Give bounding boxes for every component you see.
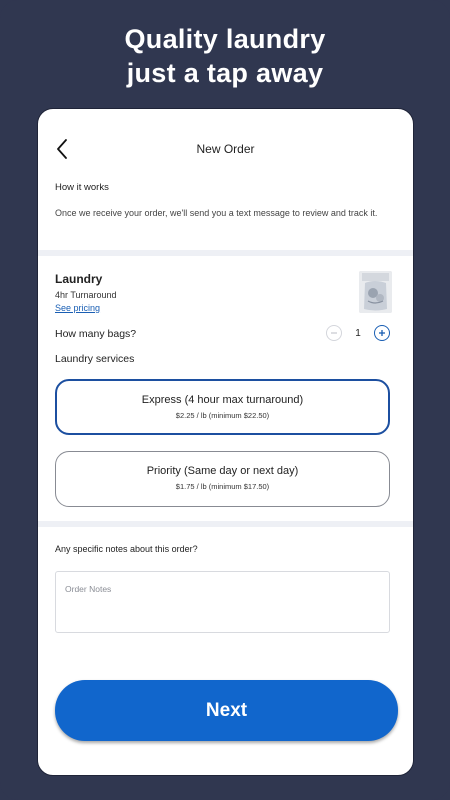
laundry-bag-image <box>359 271 392 313</box>
service-price: $1.75 / lb (minimum $17.50) <box>175 482 270 491</box>
headline-line-2: just a tap away <box>126 58 324 88</box>
see-pricing-link[interactable]: See pricing <box>55 303 100 313</box>
increase-bags-button[interactable] <box>374 325 390 341</box>
bags-label: How many bags? <box>55 328 137 340</box>
bags-count: 1 <box>355 328 361 339</box>
service-option-express[interactable]: Express (4 hour max turnaround) $2.25 / … <box>55 379 390 435</box>
decrease-bags-button[interactable] <box>326 325 342 341</box>
headline-line-1: Quality laundry <box>124 24 326 54</box>
order-notes-input[interactable] <box>55 571 390 633</box>
service-price: $2.25 / lb (minimum $22.50) <box>175 411 270 420</box>
service-name: Priority (Same day or next day) <box>146 465 299 477</box>
plus-icon <box>379 330 385 336</box>
service-name: Express (4 hour max turnaround) <box>141 394 304 406</box>
section-divider <box>38 521 413 527</box>
how-it-works-title: How it works <box>55 182 109 193</box>
notes-label: Any specific notes about this order? <box>55 544 198 554</box>
laundry-title: Laundry <box>55 272 103 286</box>
service-option-priority[interactable]: Priority (Same day or next day) $1.75 / … <box>55 451 390 507</box>
promo-frame: Quality laundry just a tap away New Orde… <box>0 0 450 800</box>
section-divider <box>38 250 413 256</box>
services-label: Laundry services <box>55 353 135 365</box>
next-button[interactable]: Next <box>55 680 398 741</box>
phone-screen: New Order How it works Once we receive y… <box>37 108 414 776</box>
minus-icon <box>331 332 337 334</box>
how-it-works-text: Once we receive your order, we'll send y… <box>55 208 378 218</box>
page-title: New Order <box>196 142 255 156</box>
top-bar: New Order <box>38 109 413 189</box>
promo-headline: Quality laundry just a tap away <box>0 22 450 90</box>
turnaround-text: 4hr Turnaround <box>55 290 117 300</box>
